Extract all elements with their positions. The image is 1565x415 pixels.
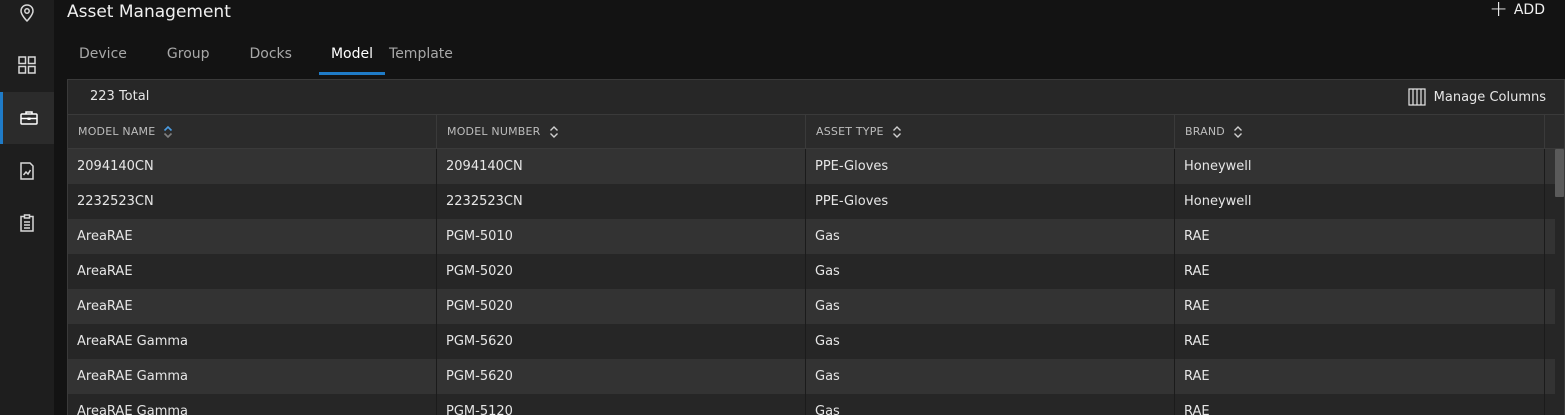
column-header-label: ASSET TYPE (816, 125, 884, 138)
cell-model-name: AreaRAE (68, 254, 437, 289)
grid-toolbar: 223 Total Manage Columns (68, 80, 1564, 115)
cell-brand: RAE (1175, 219, 1545, 254)
cell-model-name: AreaRAE (68, 289, 437, 324)
add-button[interactable]: + ADD (1489, 0, 1545, 22)
cell-model-name: AreaRAE Gamma (68, 394, 437, 415)
cell-brand: RAE (1175, 394, 1545, 415)
cell-model-name: AreaRAE Gamma (68, 359, 437, 394)
table-row[interactable]: 2232523CN 2232523CN PPE-Gloves Honeywell (68, 184, 1564, 219)
sort-icon (1233, 125, 1242, 138)
tab-device[interactable]: Device (67, 40, 139, 75)
column-header-label: MODEL NAME (78, 125, 156, 138)
table-row[interactable]: AreaRAE PGM-5020 Gas RAE (68, 254, 1564, 289)
manage-columns-label: Manage Columns (1433, 89, 1546, 105)
column-header-model-number[interactable]: MODEL NUMBER (437, 115, 806, 148)
cell-brand: RAE (1175, 289, 1545, 324)
cell-model-number: PGM-5120 (437, 394, 806, 415)
cell-model-name: 2094140CN (68, 149, 437, 184)
cell-asset-type: PPE-Gloves (806, 184, 1175, 219)
table-body: 2094140CN 2094140CN PPE-Gloves Honeywell… (68, 149, 1564, 415)
cell-model-number: PGM-5020 (437, 289, 806, 324)
column-header-brand[interactable]: BRAND (1175, 115, 1545, 148)
cell-model-number: 2094140CN (437, 149, 806, 184)
tab-model[interactable]: Model (318, 40, 386, 75)
tab-template[interactable]: Template (385, 40, 465, 75)
table-header: MODEL NAME MODEL NUMBER ASSET TYPE BRAND (68, 115, 1564, 149)
dashboard-grid-icon (18, 56, 36, 74)
location-pin-icon (20, 4, 34, 23)
tab-docks[interactable]: Docks (230, 40, 319, 75)
tab-bar: Device Group Docks Model Template (67, 40, 465, 75)
table-row[interactable]: AreaRAE PGM-5020 Gas RAE (68, 289, 1564, 324)
cell-asset-type: Gas (806, 324, 1175, 359)
columns-icon (1408, 88, 1426, 106)
sort-icon (892, 125, 901, 138)
column-header-label: BRAND (1185, 125, 1225, 138)
add-button-label: ADD (1513, 2, 1545, 18)
column-header-asset-type[interactable]: ASSET TYPE (806, 115, 1175, 148)
cell-model-number: 2232523CN (437, 184, 806, 219)
total-count: 223 Total (90, 89, 150, 104)
sidebar-item-checklists[interactable] (0, 197, 54, 249)
table-row[interactable]: AreaRAE PGM-5010 Gas RAE (68, 219, 1564, 254)
sidebar-item-dashboard[interactable] (0, 39, 54, 91)
cell-model-name: 2232523CN (68, 184, 437, 219)
cell-asset-type: Gas (806, 219, 1175, 254)
table-row[interactable]: AreaRAE Gamma PGM-5620 Gas RAE (68, 324, 1564, 359)
manage-columns-button[interactable]: Manage Columns (1408, 88, 1546, 106)
cell-model-number: PGM-5020 (437, 254, 806, 289)
column-header-label: MODEL NUMBER (447, 125, 541, 138)
table-row[interactable]: AreaRAE Gamma PGM-5620 Gas RAE (68, 359, 1564, 394)
report-chart-icon (20, 162, 34, 180)
cell-asset-type: Gas (806, 359, 1175, 394)
cell-model-name: AreaRAE Gamma (68, 324, 437, 359)
sidebar (0, 0, 55, 415)
cell-brand: RAE (1175, 324, 1545, 359)
cell-asset-type: Gas (806, 289, 1175, 324)
cell-model-name: AreaRAE (68, 219, 437, 254)
main-content: Asset Management + ADD Device Group Dock… (54, 0, 1565, 415)
page-title: Asset Management (67, 2, 231, 22)
cell-brand: Honeywell (1175, 149, 1545, 184)
toolbox-icon (19, 111, 38, 125)
column-header-model-name[interactable]: MODEL NAME (68, 115, 437, 148)
cell-asset-type: PPE-Gloves (806, 149, 1175, 184)
table-row[interactable]: AreaRAE Gamma PGM-5120 Gas RAE (68, 394, 1564, 415)
cell-asset-type: Gas (806, 394, 1175, 415)
sidebar-item-locations[interactable] (0, 0, 54, 39)
plus-icon: + (1489, 0, 1508, 22)
cell-brand: Honeywell (1175, 184, 1545, 219)
tab-group[interactable]: Group (139, 40, 230, 75)
sidebar-item-asset-management[interactable] (0, 92, 54, 144)
cell-brand: RAE (1175, 359, 1545, 394)
cell-model-number: PGM-5620 (437, 324, 806, 359)
scrollbar-thumb[interactable] (1555, 149, 1564, 197)
cell-model-number: PGM-5620 (437, 359, 806, 394)
models-grid: 223 Total Manage Columns MODEL NAME MODE… (67, 79, 1565, 415)
clipboard-icon (20, 214, 34, 232)
cell-asset-type: Gas (806, 254, 1175, 289)
sidebar-item-reports[interactable] (0, 145, 54, 197)
cell-model-number: PGM-5010 (437, 219, 806, 254)
cell-brand: RAE (1175, 254, 1545, 289)
sort-icon (549, 125, 558, 138)
sort-ascending-icon (164, 125, 173, 138)
table-row[interactable]: 2094140CN 2094140CN PPE-Gloves Honeywell (68, 149, 1564, 184)
column-header-filler (1545, 115, 1564, 148)
